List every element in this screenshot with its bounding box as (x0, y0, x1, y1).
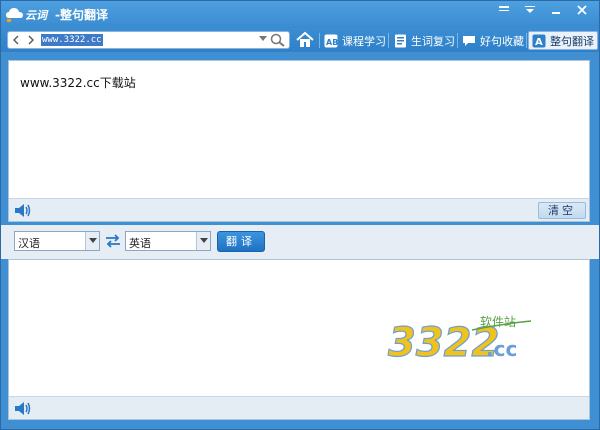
menu-bars-icon (499, 6, 509, 11)
word-review-label: 生词复习 (411, 34, 455, 48)
source-text: www.3322.cc下载站 (20, 76, 136, 90)
course-study-label: 课程学习 (342, 34, 386, 48)
svg-text:A: A (535, 37, 543, 48)
source-footer: 清空 (9, 198, 589, 221)
course-study-button[interactable]: AB 课程学习 (321, 31, 389, 50)
speaker-icon[interactable] (14, 400, 32, 417)
url-input[interactable]: www.3322.cc (38, 31, 290, 49)
chevron-down-icon (85, 232, 99, 250)
target-language-select[interactable]: 英语 (125, 231, 211, 251)
source-language-select[interactable]: 汉语 (14, 231, 100, 251)
toolbar-separator (526, 33, 527, 48)
app-window: 云词 -整句翻译 www.3322.cc AB 课程学习 生词复习 好句收藏 A… (0, 0, 600, 430)
chevron-down-icon (196, 232, 210, 250)
toolbar-separator (457, 33, 458, 48)
toolbar: www.3322.cc AB 课程学习 生词复习 好句收藏 A 整句翻译 (1, 28, 599, 52)
language-bar: 汉语 英语 翻译 (1, 225, 599, 259)
title-bar[interactable]: 云词 -整句翻译 (1, 1, 599, 28)
toolbar-separator (388, 33, 389, 48)
window-title: -整句翻译 (55, 8, 108, 22)
word-review-button[interactable]: 生词复习 (390, 31, 458, 50)
close-icon (577, 5, 587, 15)
chevron-left-icon (12, 35, 18, 45)
source-language-value: 汉语 (18, 237, 40, 250)
close-button[interactable] (569, 1, 595, 19)
skin-button[interactable] (491, 1, 517, 19)
back-button[interactable] (8, 32, 23, 48)
output-footer (9, 396, 589, 419)
nav-group (7, 31, 39, 49)
sentence-favorites-button[interactable]: 好句收藏 (459, 31, 527, 50)
svg-text:AB: AB (326, 38, 338, 47)
toolbar-separator (319, 33, 320, 48)
swap-languages-icon[interactable] (105, 234, 121, 248)
dropdown-arrow-icon (525, 6, 535, 13)
watermark-logo: 3322 .cc 软件站 (387, 315, 532, 364)
cloud-logo-icon (6, 8, 23, 22)
translate-button[interactable]: 翻译 (217, 231, 265, 252)
sentence-translate-button[interactable]: A 整句翻译 (528, 31, 598, 50)
url-text: www.3322.cc (41, 34, 103, 46)
svg-text:云词: 云词 (25, 9, 49, 22)
chat-bubble-icon (462, 34, 476, 48)
window-controls (491, 1, 595, 21)
sentence-favorites-label: 好句收藏 (480, 34, 524, 48)
notebook-icon (393, 34, 407, 48)
sentence-translate-label: 整句翻译 (550, 34, 594, 48)
chevron-right-icon (28, 35, 34, 45)
source-text-area[interactable]: www.3322.cc下载站 清空 (8, 60, 590, 222)
search-icon[interactable] (270, 33, 286, 47)
minimize-icon (552, 12, 560, 14)
speaker-icon[interactable] (14, 202, 32, 219)
home-icon[interactable] (295, 30, 315, 50)
menu-button[interactable] (517, 1, 543, 19)
minimize-button[interactable] (543, 1, 569, 19)
target-language-value: 英语 (129, 237, 151, 250)
translate-a-icon: A (532, 34, 546, 48)
ab-course-icon: AB (324, 34, 338, 48)
app-name-logo: 云词 (25, 9, 49, 22)
chevron-down-icon[interactable] (259, 36, 267, 42)
svg-text:.cc: .cc (486, 337, 517, 361)
clear-button[interactable]: 清空 (538, 202, 586, 219)
forward-button[interactable] (23, 32, 38, 48)
